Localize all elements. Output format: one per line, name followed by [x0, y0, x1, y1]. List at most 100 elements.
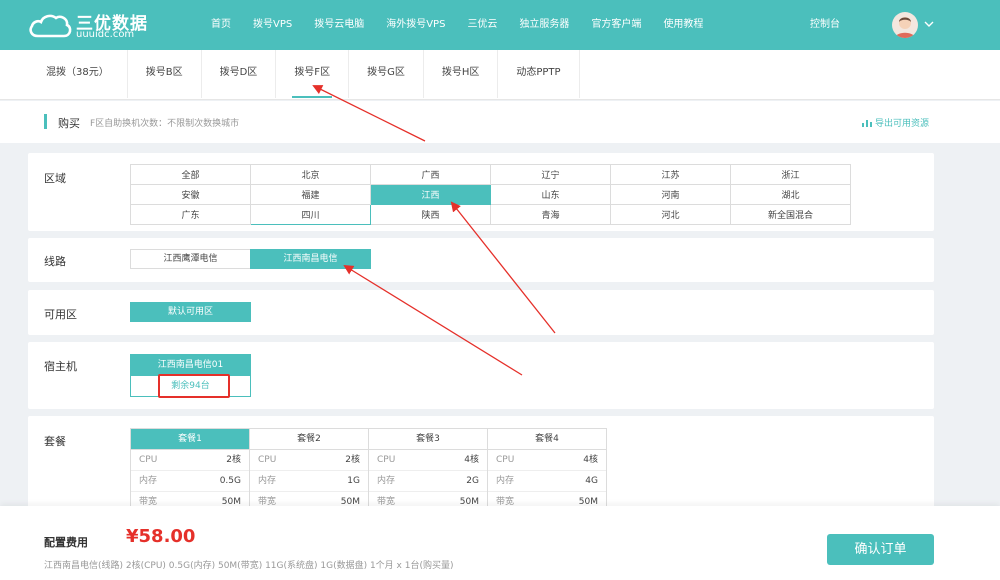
region-option[interactable]: 浙江 — [730, 164, 851, 185]
spec-value: 4G — [585, 476, 598, 486]
spec-value: 2核 — [226, 455, 241, 465]
spec-value: 2G — [466, 476, 479, 486]
spec-key: CPU — [258, 455, 277, 465]
region-option[interactable]: 江苏 — [610, 164, 731, 185]
region-option[interactable]: 河北 — [610, 204, 731, 225]
confirm-order-button[interactable]: 确认订单 — [827, 534, 934, 565]
package-option[interactable]: 套餐3 CPU 4核 内存 2G 带宽 50M — [368, 428, 488, 514]
purchase-title: 购买 — [58, 117, 80, 130]
zone-option-selected[interactable]: 默认可用区 — [130, 302, 251, 322]
top-header: 三优数据 uuuidc.com 首页 拨号VPS 拨号云电脑 海外拨号VPS 三… — [0, 0, 1000, 50]
tab-zone-d[interactable]: 拨号D区 — [202, 50, 277, 98]
nav-item-tutorial[interactable]: 使用教程 — [652, 0, 714, 50]
tab-zone-b[interactable]: 拨号B区 — [128, 50, 202, 98]
purchase-hint: F区自助换机次数：不限制次数换城市 — [90, 119, 240, 129]
region-option[interactable]: 四川 — [250, 204, 371, 225]
line-card: 线路 江西鹰潭电信 江西南昌电信 — [28, 238, 934, 282]
console-link[interactable]: 控制台 — [810, 0, 840, 50]
package-label: 套餐 — [44, 435, 66, 448]
package-option[interactable]: 套餐2 CPU 2核 内存 1G 带宽 50M — [249, 428, 369, 514]
main-nav: 首页 拨号VPS 拨号云电脑 海外拨号VPS 三优云 独立服务器 官方客户端 使… — [200, 0, 714, 50]
section-marker — [44, 114, 47, 129]
tab-pptp[interactable]: 动态PPTP — [498, 50, 580, 98]
package-name: 套餐3 — [369, 429, 487, 450]
region-tabs-bar: 混拨（38元） 拨号B区 拨号D区 拨号F区 拨号G区 拨号H区 动态PPTP — [0, 50, 1000, 100]
spec-value: 2核 — [345, 455, 360, 465]
brand-subtitle: uuuidc.com — [76, 29, 135, 40]
package-spec-row: 内存 2G — [369, 471, 487, 492]
host-label: 宿主机 — [44, 360, 77, 373]
spec-key: 内存 — [496, 476, 515, 486]
package-name: 套餐4 — [488, 429, 606, 450]
package-option[interactable]: 套餐4 CPU 4核 内存 4G 带宽 50M — [487, 428, 607, 514]
zone-label: 可用区 — [44, 308, 77, 321]
spec-key: 内存 — [139, 476, 158, 486]
line-label: 线路 — [44, 255, 66, 268]
host-remaining: 剩余94台 — [171, 381, 210, 391]
user-avatar-icon[interactable] — [892, 12, 918, 38]
nav-item-home[interactable]: 首页 — [200, 0, 242, 50]
export-resources-link[interactable]: 导出可用资源 — [862, 116, 929, 129]
region-option[interactable]: 广东 — [130, 204, 251, 225]
package-name: 套餐1 — [131, 429, 249, 450]
package-spec-row: CPU 4核 — [488, 450, 606, 471]
fee-label: 配置费用 — [44, 536, 88, 549]
package-name: 套餐2 — [250, 429, 368, 450]
nav-item-dial-vps[interactable]: 拨号VPS — [242, 0, 303, 50]
fee-price: ¥58.00 — [126, 526, 196, 547]
region-option[interactable]: 青海 — [490, 204, 611, 225]
nav-item-overseas-vps[interactable]: 海外拨号VPS — [375, 0, 456, 50]
spec-key: CPU — [496, 455, 515, 465]
spec-value: 0.5G — [219, 476, 241, 486]
region-option[interactable]: 河南 — [610, 184, 731, 205]
cloud-logo-icon — [29, 14, 72, 38]
nav-item-client[interactable]: 官方客户端 — [580, 0, 652, 50]
region-grid: 全部 北京 广西 辽宁 江苏 浙江 安徽 福建 江西 山东 河南 湖北 广东 四… — [130, 164, 851, 225]
package-spec-row: 内存 1G — [250, 471, 368, 492]
purchase-header: 购买 F区自助换机次数：不限制次数换城市 导出可用资源 — [0, 101, 1000, 143]
spec-key: CPU — [377, 455, 396, 465]
region-option[interactable]: 北京 — [250, 164, 371, 185]
tab-zone-g[interactable]: 拨号G区 — [349, 50, 424, 98]
spec-key: 内存 — [258, 476, 277, 486]
tab-zone-f[interactable]: 拨号F区 — [276, 50, 350, 98]
host-option-selected[interactable]: 江西南昌电信01 剩余94台 — [130, 354, 251, 397]
nav-item-sanyou-cloud[interactable]: 三优云 — [456, 0, 508, 50]
region-label: 区域 — [44, 172, 66, 185]
region-option-selected[interactable]: 江西 — [370, 184, 491, 205]
region-option[interactable]: 安徽 — [130, 184, 251, 205]
region-option[interactable]: 辽宁 — [490, 164, 611, 185]
package-spec-row: CPU 4核 — [369, 450, 487, 471]
brand-logo[interactable]: 三优数据 uuuidc.com — [28, 8, 178, 42]
chevron-down-icon[interactable] — [924, 19, 934, 29]
region-option[interactable]: 全部 — [130, 164, 251, 185]
region-option[interactable]: 新全国混合 — [730, 204, 851, 225]
export-icon — [862, 120, 872, 127]
spec-value: 4核 — [583, 455, 598, 465]
tab-mixed[interactable]: 混拨（38元） — [28, 50, 128, 98]
region-option[interactable]: 广西 — [370, 164, 491, 185]
region-card: 区域 全部 北京 广西 辽宁 江苏 浙江 安徽 福建 江西 山东 河南 湖北 广… — [28, 153, 934, 231]
nav-item-dial-cloud-pc[interactable]: 拨号云电脑 — [303, 0, 375, 50]
host-name: 江西南昌电信01 — [131, 355, 250, 376]
package-spec-row: CPU 2核 — [131, 450, 249, 471]
package-spec-row: CPU 2核 — [250, 450, 368, 471]
line-option-selected[interactable]: 江西南昌电信 — [250, 249, 371, 269]
spec-key: 内存 — [377, 476, 396, 486]
package-spec-row: 内存 4G — [488, 471, 606, 492]
package-option-selected[interactable]: 套餐1 CPU 2核 内存 0.5G 带宽 50M — [130, 428, 250, 514]
spec-value: 1G — [347, 476, 360, 486]
region-option[interactable]: 福建 — [250, 184, 371, 205]
line-option[interactable]: 江西鹰潭电信 — [130, 249, 251, 269]
region-option[interactable]: 山东 — [490, 184, 611, 205]
config-summary: 江西南昌电信(线路) 2核(CPU) 0.5G(内存) 50M(带宽) 11G(… — [44, 561, 454, 571]
nav-item-dedicated-server[interactable]: 独立服务器 — [508, 0, 580, 50]
spec-key: CPU — [139, 455, 158, 465]
export-label: 导出可用资源 — [875, 119, 930, 129]
zone-card: 可用区 默认可用区 — [28, 290, 934, 335]
region-option[interactable]: 湖北 — [730, 184, 851, 205]
tab-zone-h[interactable]: 拨号H区 — [424, 50, 499, 98]
package-options: 套餐1 CPU 2核 内存 0.5G 带宽 50M 套餐2 CPU 2核 内存 1G 带宽… — [130, 428, 607, 514]
package-card: 套餐 套餐1 CPU 2核 内存 0.5G 带宽 50M 套餐2 CPU 2核 内存 1G… — [28, 416, 934, 516]
region-option[interactable]: 陕西 — [370, 204, 491, 225]
